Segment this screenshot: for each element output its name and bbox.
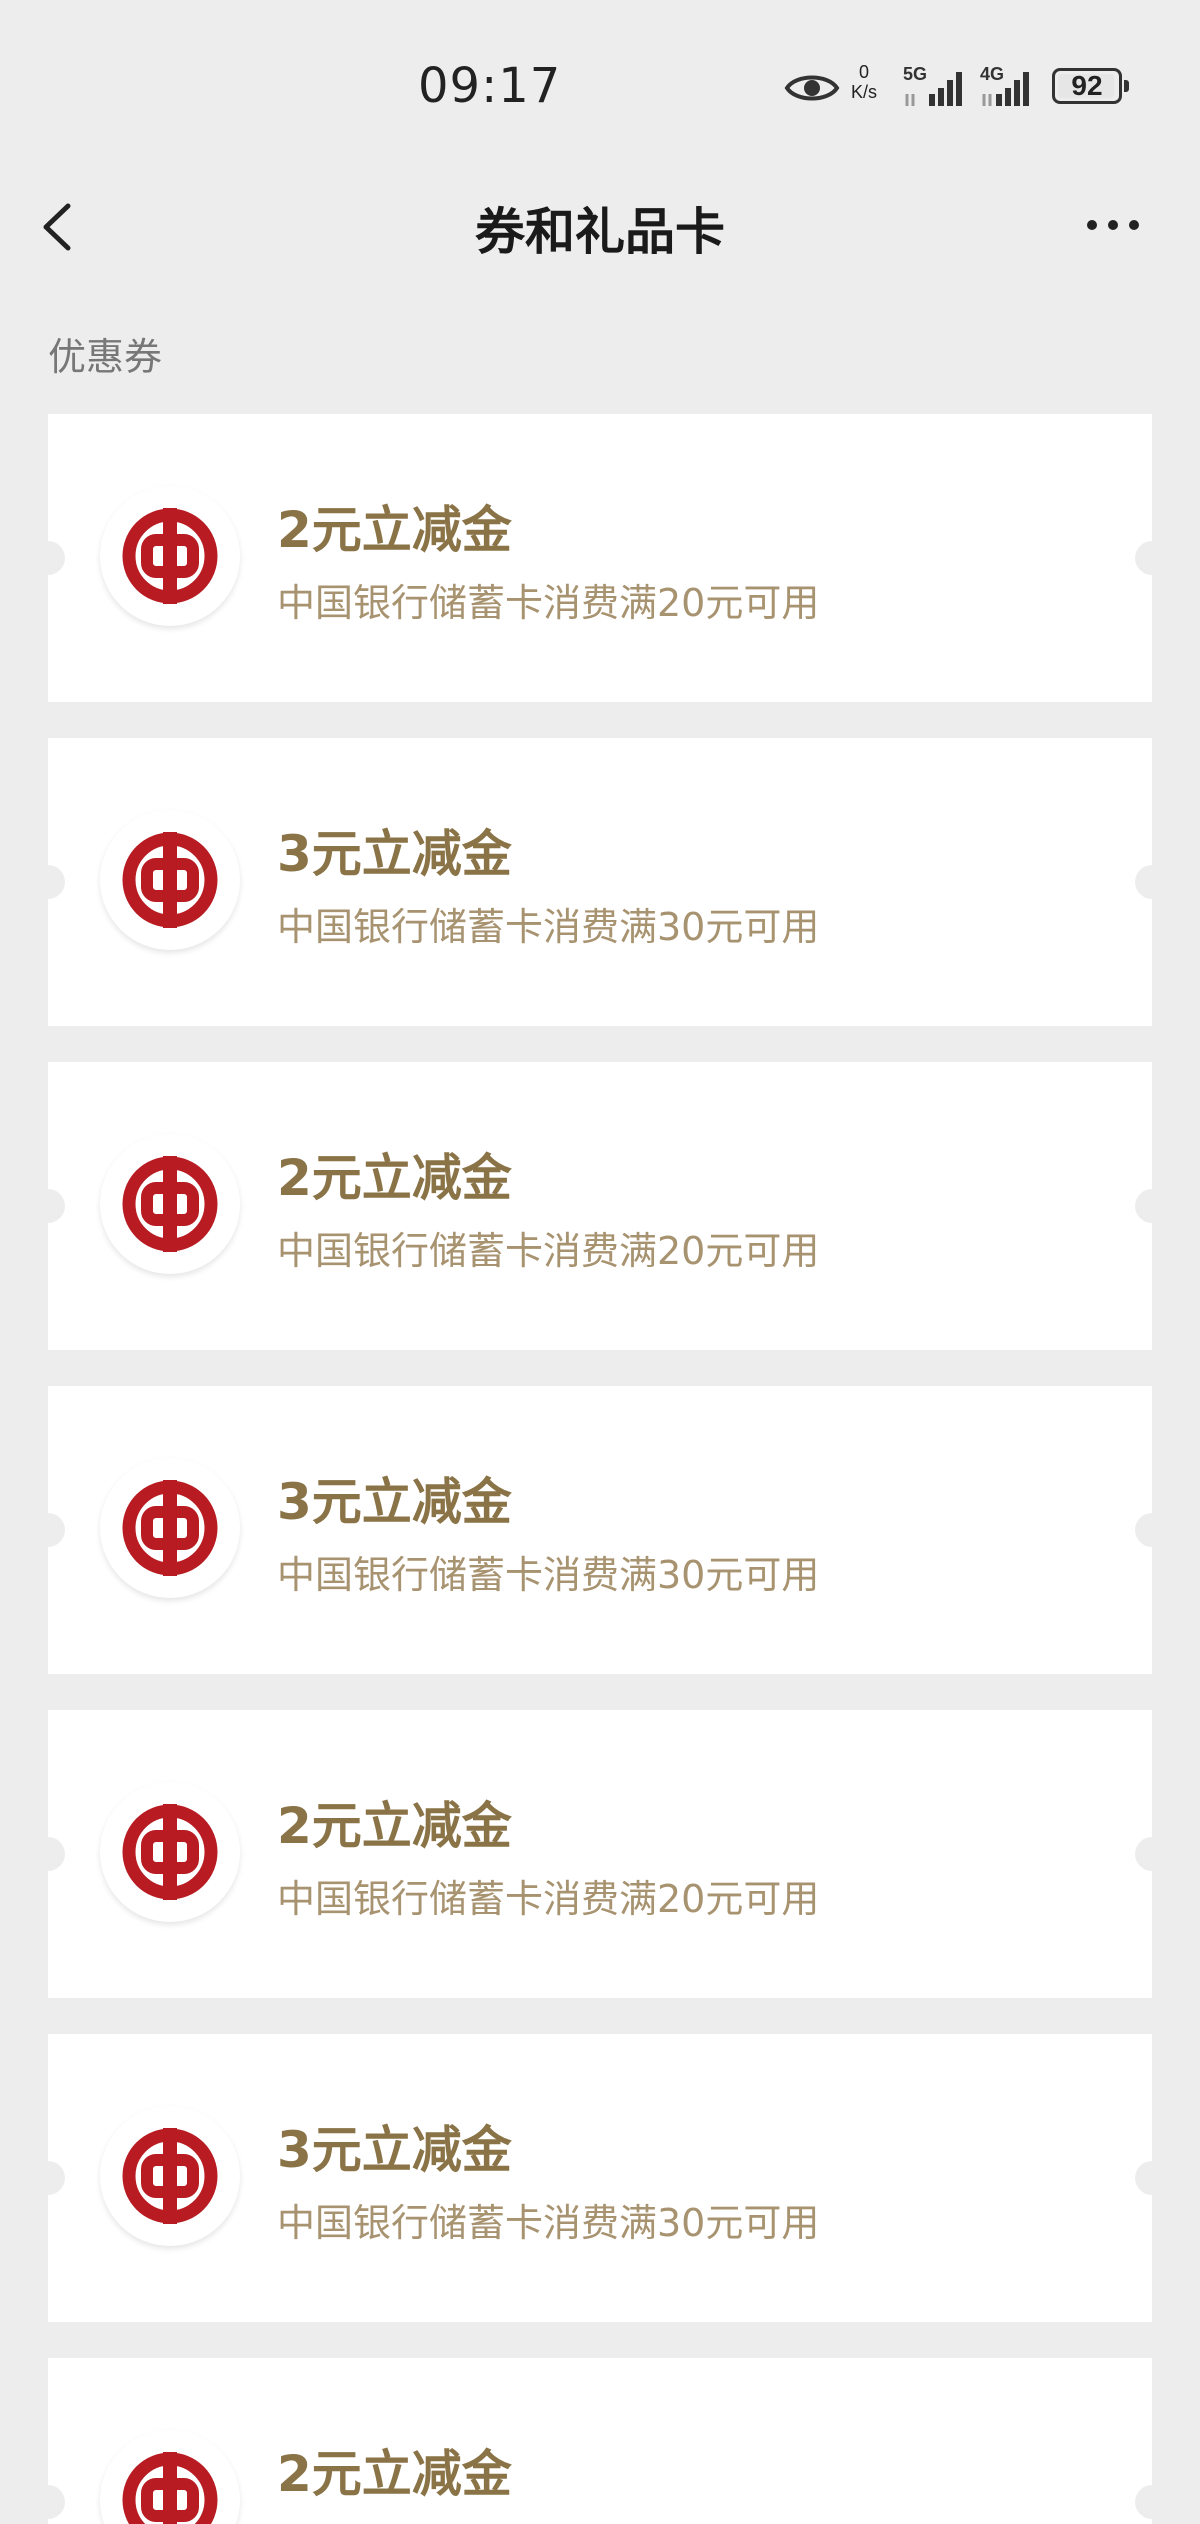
bank-logo [100, 1458, 240, 1598]
bank-of-china-logo-icon [122, 2128, 218, 2224]
more-button[interactable] [1080, 200, 1150, 250]
bank-logo [100, 1134, 240, 1274]
coupon-card[interactable]: 2元立减金 [48, 2358, 1152, 2524]
ticket-notch [48, 865, 65, 899]
ticket-notch [48, 1513, 65, 1547]
ticket-notch [48, 1837, 65, 1871]
ticket-notch [1135, 1837, 1152, 1871]
coupon-card[interactable]: 3元立减金 中国银行储蓄卡消费满30元可用 [48, 1386, 1152, 1674]
coupon-card[interactable]: 2元立减金 中国银行储蓄卡消费满20元可用 [48, 1062, 1152, 1350]
coupon-title: 3元立减金 [277, 2121, 512, 2179]
nav-bar: 券和礼品卡 [0, 170, 1200, 280]
bank-logo [100, 486, 240, 626]
coupon-title: 2元立减金 [277, 501, 512, 559]
coupon-card[interactable]: 3元立减金 中国银行储蓄卡消费满30元可用 [48, 2034, 1152, 2322]
coupon-description: 中国银行储蓄卡消费满20元可用 [277, 1229, 820, 1273]
bank-of-china-logo-icon [122, 832, 218, 928]
ticket-notch [48, 2485, 65, 2519]
coupon-description: 中国银行储蓄卡消费满30元可用 [277, 1553, 820, 1597]
status-icons: 0 K/s 5G 4G 92 [780, 60, 1140, 120]
ticket-notch [1135, 2485, 1152, 2519]
signal-4g-icon: 4G [980, 64, 1050, 110]
status-time: 09:17 [418, 58, 562, 114]
section-label-coupons: 优惠券 [48, 335, 163, 379]
more-dots-icon [1087, 220, 1139, 230]
coupon-title: 2元立减金 [277, 1149, 512, 1207]
bank-of-china-logo-icon [122, 508, 218, 604]
coupon-description: 中国银行储蓄卡消费满30元可用 [277, 2201, 820, 2245]
coupon-description: 中国银行储蓄卡消费满20元可用 [277, 1877, 820, 1921]
coupon-list: 2元立减金 中国银行储蓄卡消费满20元可用 3元立减金 中国银行储蓄卡消费满30… [48, 414, 1152, 2524]
eye-icon [784, 75, 840, 101]
bank-of-china-logo-icon [122, 2452, 218, 2524]
bank-of-china-logo-icon [122, 1804, 218, 1900]
bank-of-china-logo-icon [122, 1156, 218, 1252]
bank-of-china-logo-icon [122, 1480, 218, 1576]
bank-logo [100, 2430, 240, 2524]
coupon-title: 3元立减金 [277, 825, 512, 883]
battery-icon: 92 [1052, 68, 1129, 104]
coupon-description: 中国银行储蓄卡消费满30元可用 [277, 905, 820, 949]
ticket-notch [1135, 1189, 1152, 1223]
ticket-notch [1135, 541, 1152, 575]
coupon-title: 3元立减金 [277, 1473, 512, 1531]
ticket-notch [1135, 865, 1152, 899]
battery-level: 92 [1071, 70, 1103, 101]
ticket-notch [48, 1189, 65, 1223]
bank-logo [100, 1782, 240, 1922]
coupon-card[interactable]: 2元立减金 中国银行储蓄卡消费满20元可用 [48, 414, 1152, 702]
coupon-card[interactable]: 3元立减金 中国银行储蓄卡消费满30元可用 [48, 738, 1152, 1026]
ticket-notch [48, 2161, 65, 2195]
bank-logo [100, 2106, 240, 2246]
network-speed: 0 K/s [851, 62, 878, 102]
coupon-title: 2元立减金 [277, 1797, 512, 1855]
coupon-description: 中国银行储蓄卡消费满20元可用 [277, 581, 820, 625]
signal-5g-icon: 5G [903, 64, 973, 110]
status-bar: 09:17 0 K/s 5G 4G 92 [0, 0, 1200, 170]
ticket-notch [1135, 1513, 1152, 1547]
coupon-card[interactable]: 2元立减金 中国银行储蓄卡消费满20元可用 [48, 1710, 1152, 1998]
bank-logo [100, 810, 240, 950]
coupon-title: 2元立减金 [277, 2445, 512, 2503]
page-title: 券和礼品卡 [475, 203, 725, 261]
ticket-notch [1135, 2161, 1152, 2195]
ticket-notch [48, 541, 65, 575]
